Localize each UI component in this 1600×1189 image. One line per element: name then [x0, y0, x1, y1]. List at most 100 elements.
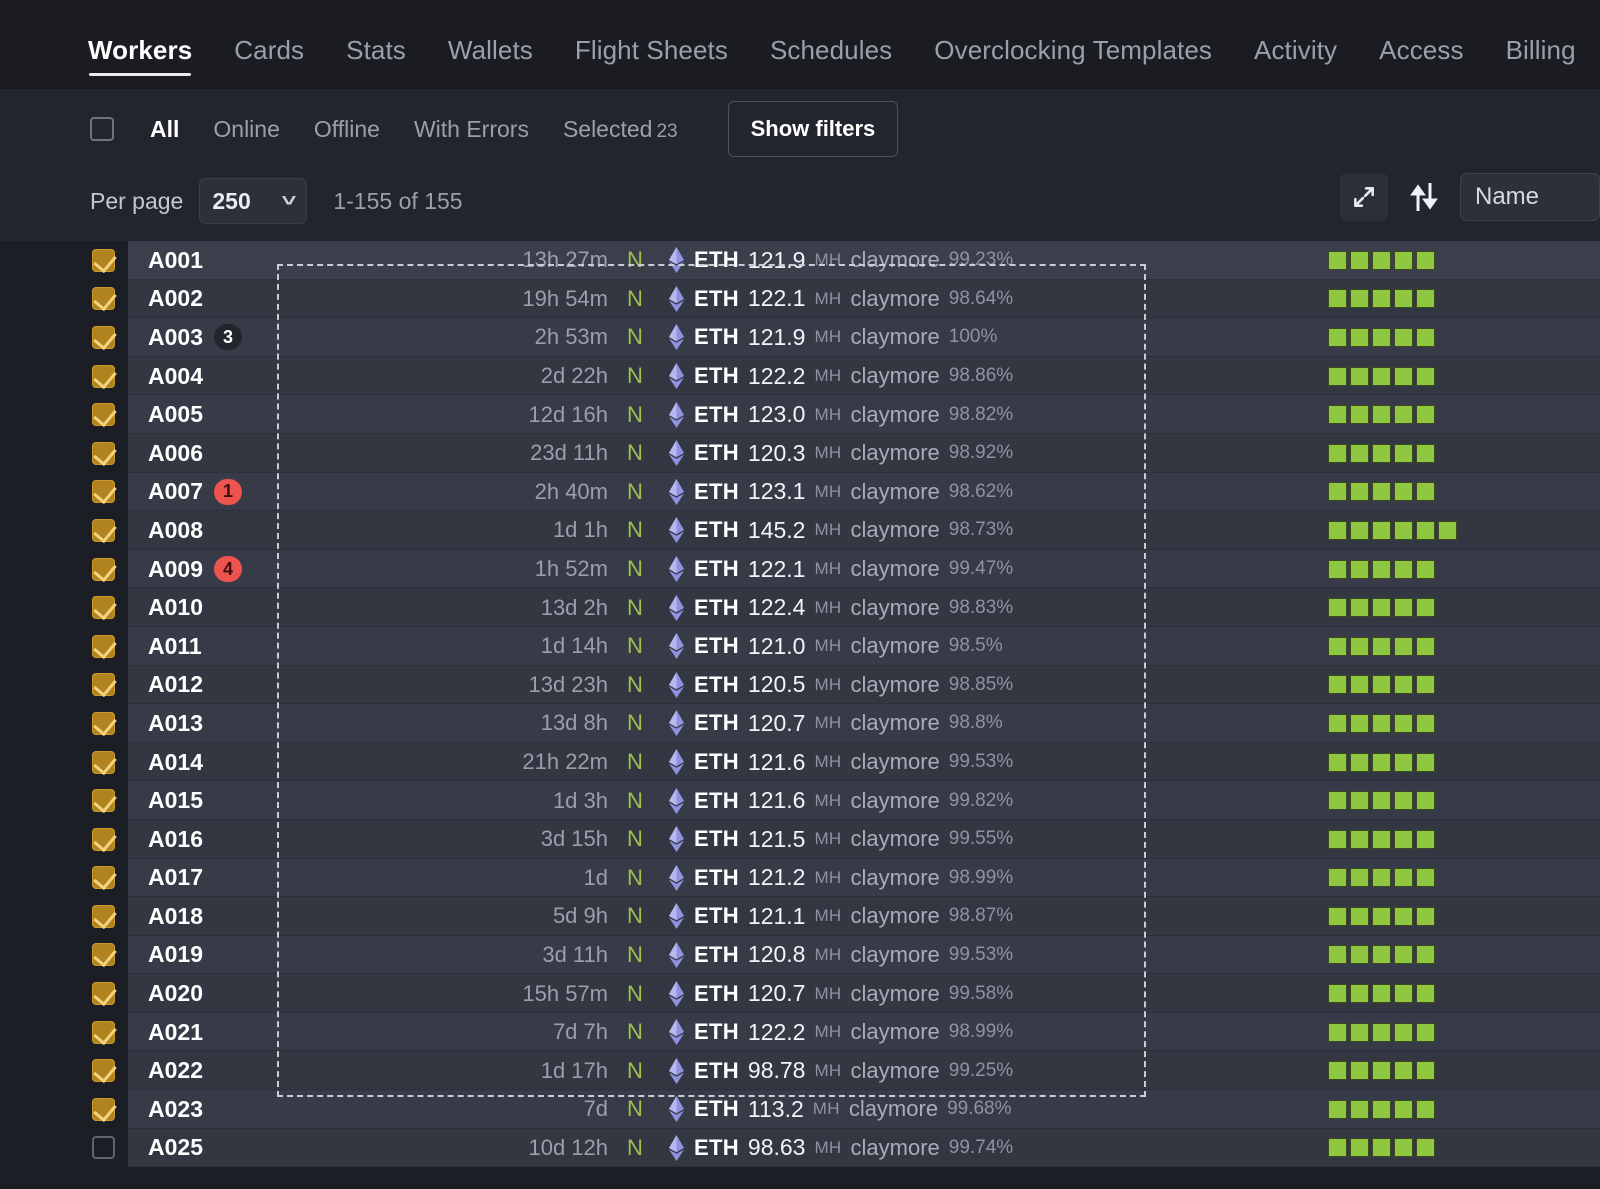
table-row[interactable]: A018 5d 9h N ETH 121.1 MH claymore 98.87%	[0, 897, 1600, 936]
table-row[interactable]: A023 7d N ETH 113.2 MH claymore 99.68%	[0, 1090, 1600, 1129]
worker-name-cell[interactable]: A017	[128, 864, 278, 891]
gpu-status-square	[1394, 520, 1413, 540]
worker-name-cell[interactable]: A015	[128, 787, 278, 814]
row-checkbox[interactable]	[92, 557, 115, 581]
gpu-status-square	[1372, 289, 1391, 309]
row-checkbox[interactable]	[92, 943, 115, 967]
filter-all[interactable]: All	[150, 116, 179, 143]
worker-name-cell[interactable]: A002	[128, 285, 278, 312]
row-checkbox[interactable]	[92, 711, 115, 735]
worker-name-cell[interactable]: A007 1	[128, 478, 278, 505]
filter-online[interactable]: Online	[213, 116, 279, 143]
table-row[interactable]: A017 1d N ETH 121.2 MH claymore 98.99%	[0, 858, 1600, 898]
filter-offline[interactable]: Offline	[314, 116, 380, 143]
worker-name-cell[interactable]: A023	[128, 1096, 278, 1123]
row-checkbox[interactable]	[92, 1059, 115, 1083]
worker-name-cell[interactable]: A013	[128, 710, 278, 737]
table-row[interactable]: A004 2d 22h N ETH 122.2 MH claymore 98.86%	[0, 356, 1600, 396]
worker-name-cell[interactable]: A022	[128, 1057, 278, 1084]
nav-tab-activity[interactable]: Activity	[1254, 35, 1337, 88]
row-checkbox[interactable]	[92, 1020, 115, 1044]
row-checkbox[interactable]	[92, 287, 115, 311]
nav-tab-cards[interactable]: Cards	[234, 35, 304, 88]
worker-name-cell[interactable]: A009 4	[128, 556, 278, 583]
table-row[interactable]: A005 12d 16h N ETH 123.0 MH claymore 98.82%	[0, 395, 1600, 434]
table-row[interactable]: A006 23d 11h N ETH 120.3 MH claymore 98.92%	[0, 433, 1600, 473]
worker-uptime: 15h 57m	[522, 980, 608, 1006]
row-checkbox[interactable]	[92, 480, 115, 504]
table-row[interactable]: A009 4 1h 52m N ETH 122.1 MH claymore 99.47%	[0, 549, 1600, 589]
row-checkbox[interactable]	[92, 904, 115, 928]
worker-name-cell[interactable]: A018	[128, 903, 278, 930]
worker-name-cell[interactable]: A010	[128, 594, 278, 621]
per-page-select[interactable]: 250 ˅	[199, 178, 308, 224]
nav-tab-schedules[interactable]: Schedules	[770, 35, 892, 88]
row-checkbox[interactable]	[92, 750, 115, 774]
filter-selected[interactable]: Selected 23	[563, 116, 678, 143]
worker-name-cell[interactable]: A004	[128, 363, 278, 390]
nav-tab-flight-sheets[interactable]: Flight Sheets	[575, 35, 728, 88]
table-row[interactable]: A008 1d 1h N ETH 145.2 MH claymore 98.73%	[0, 511, 1600, 550]
worker-name-cell[interactable]: A008	[128, 517, 278, 544]
table-row[interactable]: A001 13h 27m N ETH 121.9 MH claymore 99.23%	[0, 241, 1600, 280]
worker-name-cell[interactable]: A003 3	[128, 324, 278, 351]
worker-name-cell[interactable]: A025	[128, 1134, 278, 1161]
worker-name-cell[interactable]: A021	[128, 1019, 278, 1046]
worker-name-cell[interactable]: A005	[128, 401, 278, 428]
row-checkbox[interactable]	[92, 1136, 115, 1160]
gpu-status-square	[1328, 791, 1347, 811]
filter-with-errors[interactable]: With Errors	[414, 116, 529, 143]
row-checkbox[interactable]	[92, 1097, 115, 1121]
nav-tab-stats[interactable]: Stats	[346, 35, 406, 88]
show-filters-button[interactable]: Show filters	[727, 101, 899, 157]
expand-icon[interactable]	[1340, 173, 1388, 221]
table-row[interactable]: A007 1 2h 40m N ETH 123.1 MH claymore 98.62%	[0, 472, 1600, 512]
worker-name-cell[interactable]: A006	[128, 440, 278, 467]
table-row[interactable]: A021 7d 7h N ETH 122.2 MH claymore 98.99%	[0, 1012, 1600, 1052]
row-checkbox[interactable]	[92, 634, 115, 658]
row-checkbox[interactable]	[92, 827, 115, 851]
ethereum-icon	[669, 440, 684, 467]
table-row[interactable]: A015 1d 3h N ETH 121.6 MH claymore 99.82%	[0, 781, 1600, 820]
table-row[interactable]: A011 1d 14h N ETH 121.0 MH claymore 98.5%	[0, 626, 1600, 666]
worker-name-cell[interactable]: A011	[128, 633, 278, 660]
row-checkbox[interactable]	[92, 325, 115, 349]
gpu-status-group	[1328, 1061, 1435, 1081]
row-checkbox[interactable]	[92, 403, 115, 427]
table-row[interactable]: A022 1d 17h N ETH 98.78 MH claymore 99.25%	[0, 1051, 1600, 1091]
nav-tab-overclocking-templates[interactable]: Overclocking Templates	[934, 35, 1212, 88]
row-checkbox[interactable]	[92, 982, 115, 1006]
worker-name-cell[interactable]: A012	[128, 671, 278, 698]
table-row[interactable]: A014 21h 22m N ETH 121.6 MH claymore 99.53%	[0, 742, 1600, 782]
table-row[interactable]: A003 3 2h 53m N ETH 121.9 MH claymore 100%	[0, 318, 1600, 357]
table-row[interactable]: A020 15h 57m N ETH 120.7 MH claymore 99.58%	[0, 974, 1600, 1013]
select-all-checkbox[interactable]	[90, 117, 114, 141]
worker-name-cell[interactable]: A019	[128, 941, 278, 968]
row-checkbox[interactable]	[92, 441, 115, 465]
row-checkbox[interactable]	[92, 673, 115, 697]
miner-name: claymore	[850, 324, 940, 350]
row-checkbox[interactable]	[92, 596, 115, 620]
row-checkbox[interactable]	[92, 248, 115, 272]
table-row[interactable]: A013 13d 8h N ETH 120.7 MH claymore 98.8%	[0, 704, 1600, 743]
nav-tab-access[interactable]: Access	[1379, 35, 1463, 88]
nav-tab-workers[interactable]: Workers	[88, 35, 192, 88]
worker-name-cell[interactable]: A020	[128, 980, 278, 1007]
sort-icon[interactable]	[1402, 173, 1446, 221]
sort-field-input[interactable]: Name	[1460, 173, 1600, 221]
worker-name-cell[interactable]: A014	[128, 749, 278, 776]
worker-name-cell[interactable]: A016	[128, 826, 278, 853]
row-checkbox[interactable]	[92, 518, 115, 542]
table-row[interactable]: A012 13d 23h N ETH 120.5 MH claymore 98.85%	[0, 665, 1600, 705]
nav-tab-billing[interactable]: Billing	[1506, 35, 1576, 88]
nav-tab-wallets[interactable]: Wallets	[448, 35, 533, 88]
row-checkbox[interactable]	[92, 364, 115, 388]
worker-name-cell[interactable]: A001	[128, 247, 278, 274]
table-row[interactable]: A002 19h 54m N ETH 122.1 MH claymore 98.64%	[0, 279, 1600, 319]
table-row[interactable]: A019 3d 11h N ETH 120.8 MH claymore 99.53%	[0, 935, 1600, 975]
table-row[interactable]: A010 13d 2h N ETH 122.4 MH claymore 98.83%	[0, 588, 1600, 627]
table-row[interactable]: A016 3d 15h N ETH 121.5 MH claymore 99.55%	[0, 819, 1600, 859]
table-row[interactable]: A025 10d 12h N ETH 98.63 MH claymore 99.74%	[0, 1128, 1600, 1168]
row-checkbox[interactable]	[92, 866, 115, 890]
row-checkbox[interactable]	[92, 789, 115, 813]
